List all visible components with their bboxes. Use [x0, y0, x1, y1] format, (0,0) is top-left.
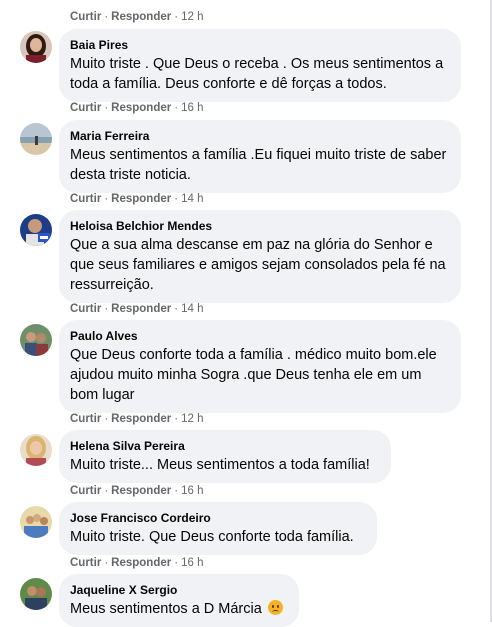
- comment-bubble: Maria Ferreira Meus sentimentos a famíli…: [59, 120, 461, 193]
- separator: ·: [174, 413, 179, 425]
- avatar[interactable]: [20, 506, 52, 538]
- separator: ·: [104, 102, 109, 114]
- separator: ·: [174, 102, 179, 114]
- like-link[interactable]: Curtir: [70, 485, 101, 497]
- avatar[interactable]: [20, 324, 52, 356]
- like-link[interactable]: Curtir: [70, 102, 101, 114]
- avatar[interactable]: [20, 434, 52, 466]
- sad-face-emoji-icon: [267, 600, 283, 615]
- comment-actions: Curtir · Responder · 16 h: [70, 101, 203, 115]
- comment-author[interactable]: Jaqueline X Sergio: [70, 582, 287, 598]
- separator: ·: [174, 11, 179, 23]
- comment-time[interactable]: 14 h: [181, 193, 203, 205]
- comment-author[interactable]: Helena Silva Pereira: [70, 438, 379, 454]
- comment-author[interactable]: Maria Ferreira: [70, 128, 449, 144]
- like-link[interactable]: Curtir: [70, 11, 101, 23]
- comment-actions: Curtir · Responder · 16 h: [70, 556, 203, 570]
- comment-text: Muito triste... Meus sentimentos a toda …: [70, 457, 370, 473]
- comment-bubble: Baia Pires Muito triste . Que Deus o rec…: [59, 29, 461, 102]
- comment-text-row: Meus sentimentos a D Márcia: [70, 599, 287, 619]
- profile-photo-woman-dark-hair-icon: [20, 31, 52, 63]
- like-link[interactable]: Curtir: [70, 303, 101, 315]
- comment-text: Muito triste. Que Deus conforte toda fam…: [70, 529, 354, 545]
- separator: ·: [104, 485, 109, 497]
- comment-text: Muito triste . Que Deus o receba . Os me…: [70, 56, 444, 92]
- separator: ·: [174, 557, 179, 569]
- reply-link[interactable]: Responder: [111, 557, 171, 569]
- profile-photo-beach-icon: [20, 123, 52, 155]
- comment-text: Meus sentimentos a D Márcia: [70, 601, 262, 617]
- like-link[interactable]: Curtir: [70, 193, 101, 205]
- reply-link[interactable]: Responder: [111, 413, 171, 425]
- separator: ·: [174, 193, 179, 205]
- comment-actions: Curtir · Responder · 12 h: [70, 412, 203, 426]
- comment-text: Que Deus conforte toda a família . médic…: [70, 347, 437, 403]
- profile-photo-family-icon: [20, 506, 52, 538]
- separator: ·: [104, 303, 109, 315]
- comment-actions: Curtir · Responder · 14 h: [70, 302, 203, 316]
- comment-author[interactable]: Jose Francisco Cordeiro: [70, 510, 365, 526]
- avatar[interactable]: [20, 214, 52, 246]
- reply-link[interactable]: Responder: [111, 102, 171, 114]
- comment-text: Meus sentimentos a família .Eu fiquei mu…: [70, 147, 447, 183]
- separator: ·: [174, 303, 179, 315]
- separator: ·: [104, 193, 109, 205]
- avatar[interactable]: [20, 578, 52, 610]
- separator: ·: [174, 485, 179, 497]
- comment-author[interactable]: Baia Pires: [70, 37, 449, 53]
- avatar[interactable]: [20, 123, 52, 155]
- comment-bubble: Paulo Alves Que Deus conforte toda a fam…: [59, 320, 461, 413]
- profile-photo-couple-outdoor-icon: [20, 578, 52, 610]
- like-link[interactable]: Curtir: [70, 413, 101, 425]
- reply-link[interactable]: Responder: [111, 11, 171, 23]
- comment-time[interactable]: 16 h: [181, 557, 203, 569]
- reply-link[interactable]: Responder: [111, 303, 171, 315]
- separator: ·: [104, 11, 109, 23]
- reply-link[interactable]: Responder: [111, 193, 171, 205]
- profile-photo-with-badge-icon: [20, 214, 52, 246]
- comment-actions: Curtir · Responder · 14 h: [70, 192, 203, 206]
- comment-bubble: Jose Francisco Cordeiro Muito triste. Qu…: [59, 502, 377, 555]
- separator: ·: [104, 557, 109, 569]
- comment-time[interactable]: 16 h: [181, 102, 203, 114]
- profile-photo-couple-icon: [20, 324, 52, 356]
- comment-author[interactable]: Heloisa Belchior Mendes: [70, 218, 449, 234]
- comment-text: Que a sua alma descanse em paz na glória…: [70, 237, 446, 293]
- reply-link[interactable]: Responder: [111, 485, 171, 497]
- comment-time[interactable]: 14 h: [181, 303, 203, 315]
- avatar[interactable]: [20, 31, 52, 63]
- comment-time[interactable]: 12 h: [181, 11, 203, 23]
- comment-bubble: Heloisa Belchior Mendes Que a sua alma d…: [59, 210, 461, 303]
- comment-actions: Curtir · Responder · 16 h: [70, 484, 203, 498]
- comment-bubble: Helena Silva Pereira Muito triste... Meu…: [59, 430, 391, 483]
- separator: ·: [104, 413, 109, 425]
- comment-author[interactable]: Paulo Alves: [70, 328, 449, 344]
- like-link[interactable]: Curtir: [70, 557, 101, 569]
- comment-actions-top: Curtir · Responder · 12 h: [70, 10, 203, 24]
- comment-bubble: Jaqueline X Sergio Meus sentimentos a D …: [59, 574, 299, 627]
- comment-time[interactable]: 12 h: [181, 413, 203, 425]
- comment-time[interactable]: 16 h: [181, 485, 203, 497]
- profile-photo-blonde-woman-icon: [20, 434, 52, 466]
